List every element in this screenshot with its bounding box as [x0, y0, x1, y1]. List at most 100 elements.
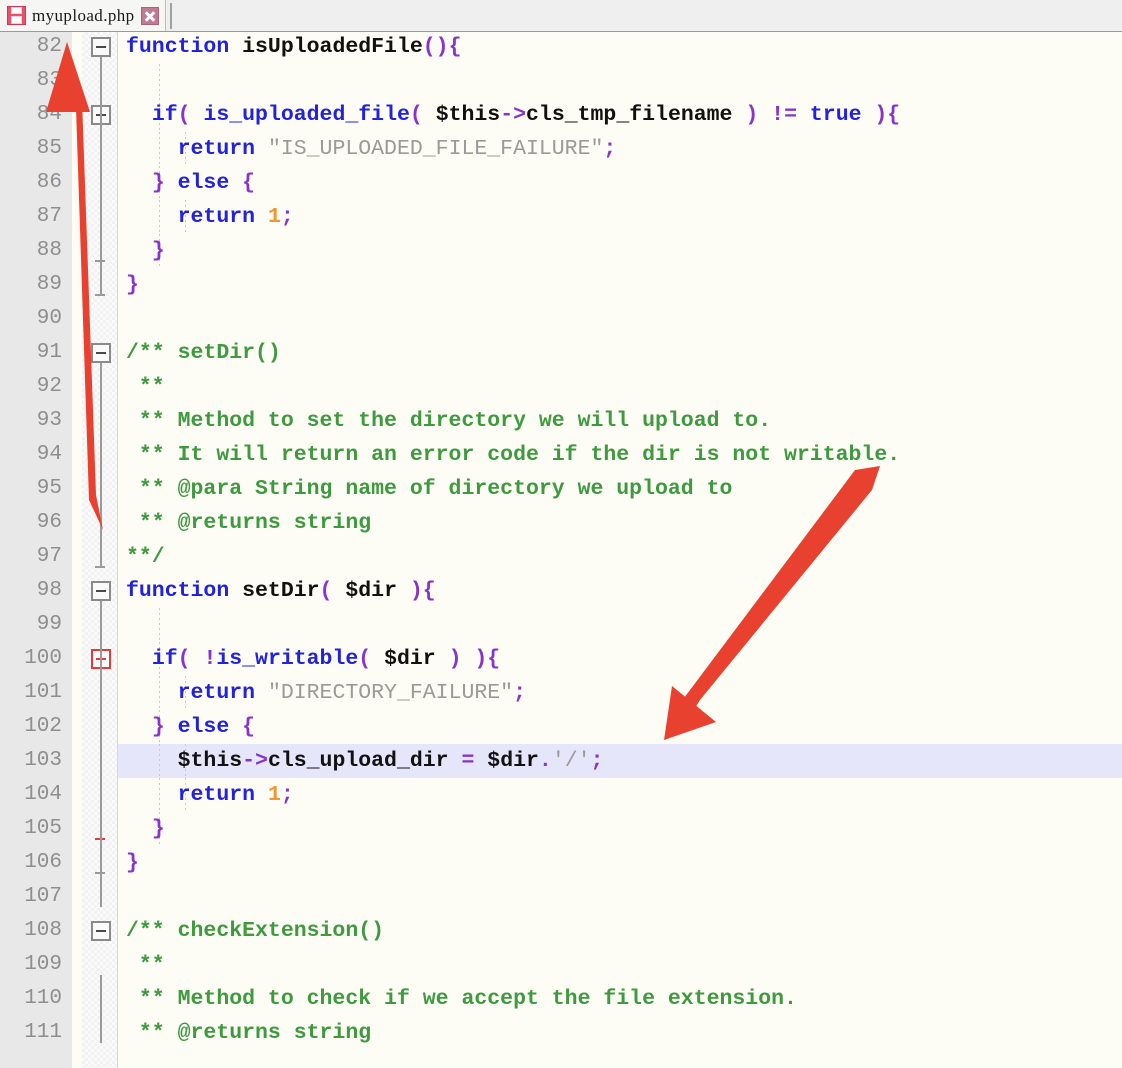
line-number: 98	[36, 579, 62, 602]
code-text: ** It will return an error code if the d…	[126, 443, 901, 467]
line-number: 92	[36, 375, 62, 398]
code-text: **/	[126, 545, 165, 569]
code-line[interactable]: 96 ** @returns string	[0, 506, 1122, 540]
code-line[interactable]: 101 return "DIRECTORY_FAILURE";	[0, 676, 1122, 710]
code-line[interactable]: 82 function isUploadedFile(){	[0, 32, 1122, 64]
line-number: 99	[36, 613, 62, 636]
line-number: 85	[36, 137, 62, 160]
line-number: 101	[24, 681, 62, 704]
fold-connector-line	[100, 601, 102, 907]
line-number: 83	[36, 69, 62, 92]
code-text: ** Method to check if we accept the file…	[126, 987, 797, 1011]
indent-guide	[159, 64, 160, 98]
line-number: 94	[36, 443, 62, 466]
fold-connector-line	[100, 57, 102, 295]
line-number: 107	[24, 885, 62, 908]
close-icon[interactable]	[140, 6, 159, 25]
code-text: if( is_uploaded_file( $this->cls_tmp_fil…	[151, 103, 901, 127]
code-line[interactable]: 95 ** @para String name of directory we …	[0, 472, 1122, 506]
line-number: 111	[24, 1021, 62, 1044]
code-line[interactable]: 98 function setDir( $dir ){	[0, 574, 1122, 608]
code-text: **	[126, 375, 165, 399]
floppy-disk-icon	[7, 6, 26, 25]
line-number: 104	[24, 783, 62, 806]
code-text: function isUploadedFile(){	[126, 35, 462, 59]
line-number: 100	[24, 647, 62, 670]
line-number: 108	[24, 919, 62, 942]
tab-label: myupload.php	[32, 5, 135, 25]
line-number: 86	[36, 171, 62, 194]
code-line[interactable]: 105 }	[0, 812, 1122, 846]
code-text: }	[126, 851, 139, 875]
code-editor[interactable]: 82 function isUploadedFile(){ 83 84 if( is_…	[0, 32, 1122, 1068]
tab-separator	[169, 3, 172, 29]
code-line[interactable]: 92 **	[0, 370, 1122, 404]
code-line[interactable]: 94 ** It will return an error code if th…	[0, 438, 1122, 472]
code-line[interactable]: 99	[0, 608, 1122, 642]
code-line[interactable]: 104 return 1;	[0, 778, 1122, 812]
line-number: 106	[24, 851, 62, 874]
line-number: 110	[24, 987, 62, 1010]
code-text: return 1;	[177, 205, 294, 229]
code-text: function setDir( $dir ){	[126, 579, 436, 603]
line-number: 93	[36, 409, 62, 432]
fold-toggle-icon[interactable]	[91, 581, 111, 601]
code-line[interactable]: 103 $this->cls_upload_dir = $dir.'/';	[0, 744, 1122, 778]
line-number: 95	[36, 477, 62, 500]
fold-toggle-icon[interactable]	[91, 921, 111, 941]
code-line[interactable]: 97 **/	[0, 540, 1122, 574]
tab-myupload-php[interactable]: myupload.php	[0, 0, 166, 31]
code-line[interactable]: 110 ** Method to check if we accept the …	[0, 982, 1122, 1016]
code-line[interactable]: 87 return 1;	[0, 200, 1122, 234]
code-line[interactable]: 111 ** @returns string	[0, 1016, 1122, 1050]
code-text: } else {	[151, 171, 256, 195]
code-text: ** Method to set the directory we will u…	[126, 409, 772, 433]
indent-guide	[159, 608, 160, 642]
line-number: 82	[36, 35, 62, 58]
code-text: } else {	[151, 715, 256, 739]
line-number: 109	[24, 953, 62, 976]
line-number: 84	[36, 103, 62, 126]
code-text: if( !is_writable( $dir ) ){	[151, 647, 501, 671]
line-number: 105	[24, 817, 62, 840]
editor-window: myupload.php 82 function isUploadedFile()…	[0, 0, 1122, 1068]
line-number: 96	[36, 511, 62, 534]
tab-bar: myupload.php	[0, 0, 1122, 32]
code-line[interactable]: 109 **	[0, 948, 1122, 982]
code-line[interactable]: 89}	[0, 268, 1122, 302]
fold-connector-line	[100, 363, 102, 567]
code-line[interactable]: 88 }	[0, 234, 1122, 268]
code-text: ** @returns string	[126, 1021, 372, 1045]
code-line[interactable]: 100 if( !is_writable( $dir ) ){	[0, 642, 1122, 676]
code-line[interactable]: 83	[0, 64, 1122, 98]
code-text: $this->cls_upload_dir = $dir.'/';	[177, 749, 604, 773]
code-line[interactable]: 107	[0, 880, 1122, 914]
code-text: return "DIRECTORY_FAILURE";	[177, 681, 526, 705]
code-text: }	[126, 273, 139, 297]
code-line[interactable]: 102 } else {	[0, 710, 1122, 744]
line-number: 89	[36, 273, 62, 296]
code-text: return "IS_UPLOADED_FILE_FAILURE";	[177, 137, 617, 161]
line-number: 103	[24, 749, 62, 772]
code-text: }	[151, 239, 165, 263]
code-text: ** @para String name of directory we upl…	[126, 477, 733, 501]
code-line[interactable]: 90	[0, 302, 1122, 336]
code-text: /** setDir()	[126, 341, 281, 365]
code-text: ** @returns string	[126, 511, 372, 535]
line-number: 88	[36, 239, 62, 262]
code-line[interactable]: 84 if( is_uploaded_file( $this->cls_tmp_…	[0, 98, 1122, 132]
fold-toggle-icon[interactable]	[91, 343, 111, 363]
line-number: 102	[24, 715, 62, 738]
fold-connector-line	[100, 975, 102, 1043]
code-line[interactable]: 93 ** Method to set the directory we wil…	[0, 404, 1122, 438]
line-number: 97	[36, 545, 62, 568]
fold-toggle-icon[interactable]	[91, 37, 111, 57]
code-line[interactable]: 85 return "IS_UPLOADED_FILE_FAILURE";	[0, 132, 1122, 166]
code-line[interactable]: 91 /** setDir()	[0, 336, 1122, 370]
code-line[interactable]: 106}	[0, 846, 1122, 880]
line-number: 90	[36, 307, 62, 330]
code-text: return 1;	[177, 783, 294, 807]
code-text: /** checkExtension()	[126, 919, 385, 943]
code-line[interactable]: 86 } else {	[0, 166, 1122, 200]
code-line[interactable]: 108 /** checkExtension()	[0, 914, 1122, 948]
